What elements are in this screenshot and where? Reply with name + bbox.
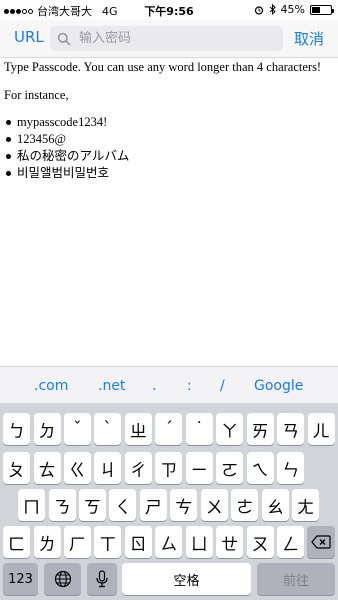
- numbers-key[interactable]: 123: [3, 563, 38, 595]
- key-row1-7[interactable]: ㄚ: [216, 413, 244, 445]
- key-row2-9[interactable]: ㄣ: [277, 452, 305, 484]
- status-right: 45%: [254, 3, 334, 16]
- key-row2-7[interactable]: ㄛ: [216, 452, 244, 484]
- key-row4-4[interactable]: ㄖ: [124, 526, 152, 558]
- suggestion-colon[interactable]: :: [187, 378, 192, 394]
- globe-icon: [54, 570, 71, 588]
- status-bar: 台湾大哥大 4G 下午9:56 45%: [0, 0, 338, 20]
- suggestion-bar: .com .net . : / Google: [0, 366, 338, 404]
- key-row2-3[interactable]: ㄐ: [94, 452, 122, 484]
- key-row4-7[interactable]: ㄝ: [216, 526, 244, 558]
- key-row2-6[interactable]: ㄧ: [185, 452, 213, 484]
- key-row3-1[interactable]: ㄋ: [48, 489, 76, 521]
- key-row4-5[interactable]: ㄙ: [155, 526, 183, 558]
- suggestion-slash[interactable]: /: [220, 378, 225, 394]
- keyboard: 123 空格 前往 ㄅㄉ ˇ ˋ ㄓ ˊ ˙ ㄚㄞㄢㄦㄆㄊㄍㄐㄔㄗㄧㄛㄟㄣㄇㄋㄎㄑㄕㄘㄨㄜㄠ…: [0, 403, 338, 600]
- key-row4-3[interactable]: ㄒ: [94, 526, 122, 558]
- microphone-key[interactable]: [87, 563, 117, 595]
- key-row1-4[interactable]: ㄓ: [124, 413, 152, 445]
- intro-text: Type Passcode. You can use any word long…: [4, 60, 322, 74]
- key-row4-9[interactable]: ㄥ: [277, 526, 305, 558]
- microphone-icon: [96, 570, 108, 588]
- suggestion-net[interactable]: .net: [98, 378, 125, 394]
- key-row2-2[interactable]: ㄍ: [63, 452, 91, 484]
- suggestion-google[interactable]: Google: [254, 378, 303, 394]
- backspace-icon: [311, 535, 331, 549]
- example-list: mypasscode1234! 123456@ 私の秘密のアルバム 비밀앨범비밀…: [4, 115, 334, 181]
- key-row2-0[interactable]: ㄆ: [3, 452, 30, 484]
- url-button[interactable]: URL: [14, 28, 44, 46]
- key-row2-5[interactable]: ㄗ: [155, 452, 183, 484]
- key-row1-5[interactable]: ˊ: [155, 413, 183, 445]
- key-row2-8[interactable]: ㄟ: [246, 452, 274, 484]
- list-item: 私の秘密のアルバム: [4, 149, 334, 164]
- key-row4-6[interactable]: ㄩ: [185, 526, 213, 558]
- bluetooth-icon: [269, 4, 276, 15]
- key-row3-6[interactable]: ㄨ: [200, 489, 228, 521]
- key-row3-2[interactable]: ㄎ: [78, 489, 106, 521]
- page-content: Type Passcode. You can use any word long…: [4, 60, 334, 183]
- key-row1-10[interactable]: ㄦ: [307, 413, 335, 445]
- go-key[interactable]: 前往: [257, 563, 335, 595]
- key-row1-9[interactable]: ㄢ: [277, 413, 305, 445]
- passcode-input[interactable]: [77, 30, 271, 47]
- space-key[interactable]: 空格: [122, 563, 251, 595]
- key-row3-5[interactable]: ㄘ: [170, 489, 198, 521]
- battery-percent: 45%: [280, 3, 305, 16]
- key-row1-2[interactable]: ˇ: [63, 413, 91, 445]
- key-row1-6[interactable]: ˙: [185, 413, 213, 445]
- key-row3-8[interactable]: ㄠ: [261, 489, 289, 521]
- key-row3-3[interactable]: ㄑ: [109, 489, 137, 521]
- suggestion-com[interactable]: .com: [34, 378, 68, 394]
- key-row1-8[interactable]: ㄞ: [246, 413, 274, 445]
- alarm-icon: [254, 5, 263, 15]
- globe-key[interactable]: [44, 563, 81, 595]
- key-row4-0[interactable]: ㄈ: [3, 526, 30, 558]
- key-row3-4[interactable]: ㄕ: [139, 489, 167, 521]
- key-row3-7[interactable]: ㄜ: [231, 489, 259, 521]
- key-row2-4[interactable]: ㄔ: [124, 452, 152, 484]
- key-row2-1[interactable]: ㄊ: [33, 452, 61, 484]
- cancel-button[interactable]: 取消: [294, 28, 324, 49]
- suggestion-dot[interactable]: .: [152, 378, 156, 394]
- key-row4-8[interactable]: ㄡ: [246, 526, 274, 558]
- search-icon: [57, 32, 71, 45]
- key-row3-9[interactable]: ㄤ: [292, 489, 320, 521]
- key-row1-3[interactable]: ˋ: [94, 413, 122, 445]
- key-row1-0[interactable]: ㄅ: [3, 413, 30, 445]
- battery-icon: [310, 4, 334, 15]
- key-row4-2[interactable]: ㄏ: [63, 526, 91, 558]
- key-row1-1[interactable]: ㄉ: [33, 413, 61, 445]
- list-item: 비밀앨범비밀번호: [4, 166, 334, 181]
- key-row4-1[interactable]: ㄌ: [33, 526, 61, 558]
- list-item: mypasscode1234!: [4, 115, 334, 130]
- instance-text: For instance,: [4, 88, 69, 102]
- search-field[interactable]: [50, 26, 283, 51]
- key-row3-0[interactable]: ㄇ: [18, 489, 45, 521]
- navigation-bar: URL 取消: [0, 20, 338, 58]
- backspace-key[interactable]: [307, 526, 335, 558]
- list-item: 123456@: [4, 132, 334, 147]
